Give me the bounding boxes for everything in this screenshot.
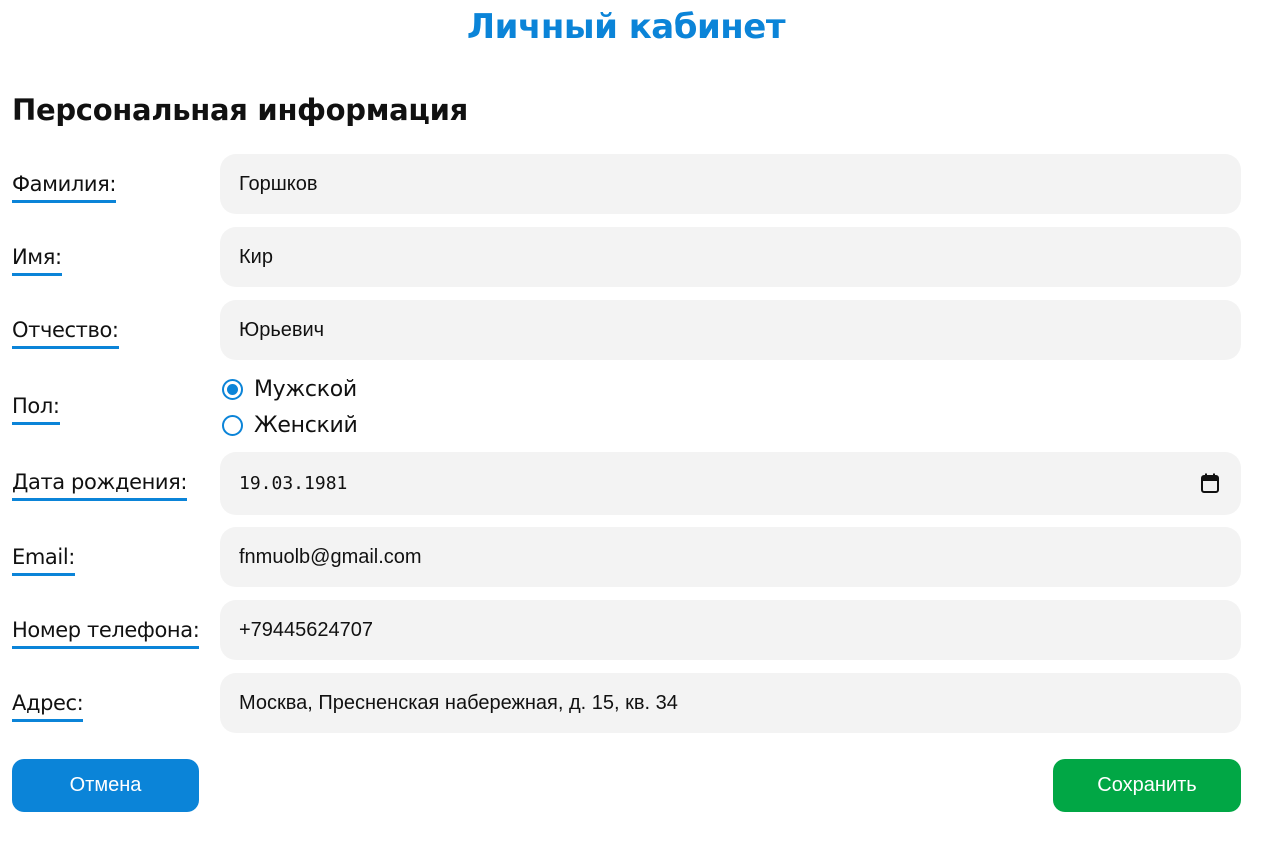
patronymic-label: Отчество:	[12, 316, 119, 349]
calendar-icon[interactable]	[1201, 473, 1219, 493]
last-name-field[interactable]: Горшков	[220, 154, 1241, 214]
birth-date-label: Дата рождения:	[12, 468, 187, 501]
gender-option-female-label: Женский	[254, 412, 358, 438]
email-label: Email:	[12, 543, 75, 576]
save-button[interactable]: Сохранить	[1053, 759, 1241, 812]
email-field[interactable]: fnmuolb@gmail.com	[220, 527, 1241, 587]
first-name-label: Имя:	[12, 243, 62, 276]
gender-option-male[interactable]: Мужской	[222, 371, 358, 407]
gender-option-male-label: Мужской	[254, 376, 357, 402]
radio-unchecked-icon[interactable]	[222, 414, 243, 436]
birth-date-field[interactable]: 19.03.1981	[220, 452, 1241, 515]
radio-checked-icon[interactable]	[222, 378, 243, 400]
address-field[interactable]: Москва, Пресненская набережная, д. 15, к…	[220, 673, 1241, 733]
patronymic-field[interactable]: Юрьевич	[220, 300, 1241, 360]
address-label: Адрес:	[12, 689, 84, 722]
section-title: Персональная информация	[12, 93, 468, 127]
gender-option-female[interactable]: Женский	[222, 407, 358, 443]
gender-label: Пол:	[12, 392, 60, 425]
cancel-button[interactable]: Отмена	[12, 759, 199, 812]
last-name-label: Фамилия:	[12, 170, 116, 203]
phone-label: Номер телефона:	[12, 616, 200, 649]
first-name-field[interactable]: Кир	[220, 227, 1241, 287]
birth-date-value: 19.03.1981	[239, 473, 348, 494]
phone-field[interactable]: +79445624707	[220, 600, 1241, 660]
gender-radio-group: Мужской Женский	[222, 371, 358, 443]
page-title: Личный кабинет	[466, 7, 786, 47]
